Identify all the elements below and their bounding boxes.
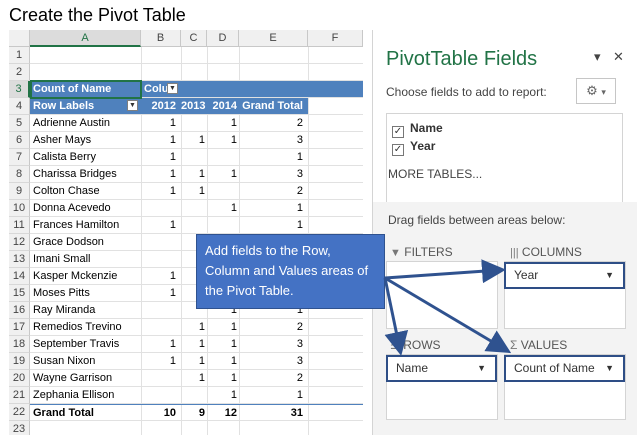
callout-arrows (383, 259, 512, 356)
arrow-to-values (384, 276, 512, 354)
arrow-to-rows (383, 277, 409, 356)
screenshot-root: Create the Pivot Table A B C D E F 12345… (0, 0, 637, 435)
arrow-to-columns (384, 259, 506, 284)
